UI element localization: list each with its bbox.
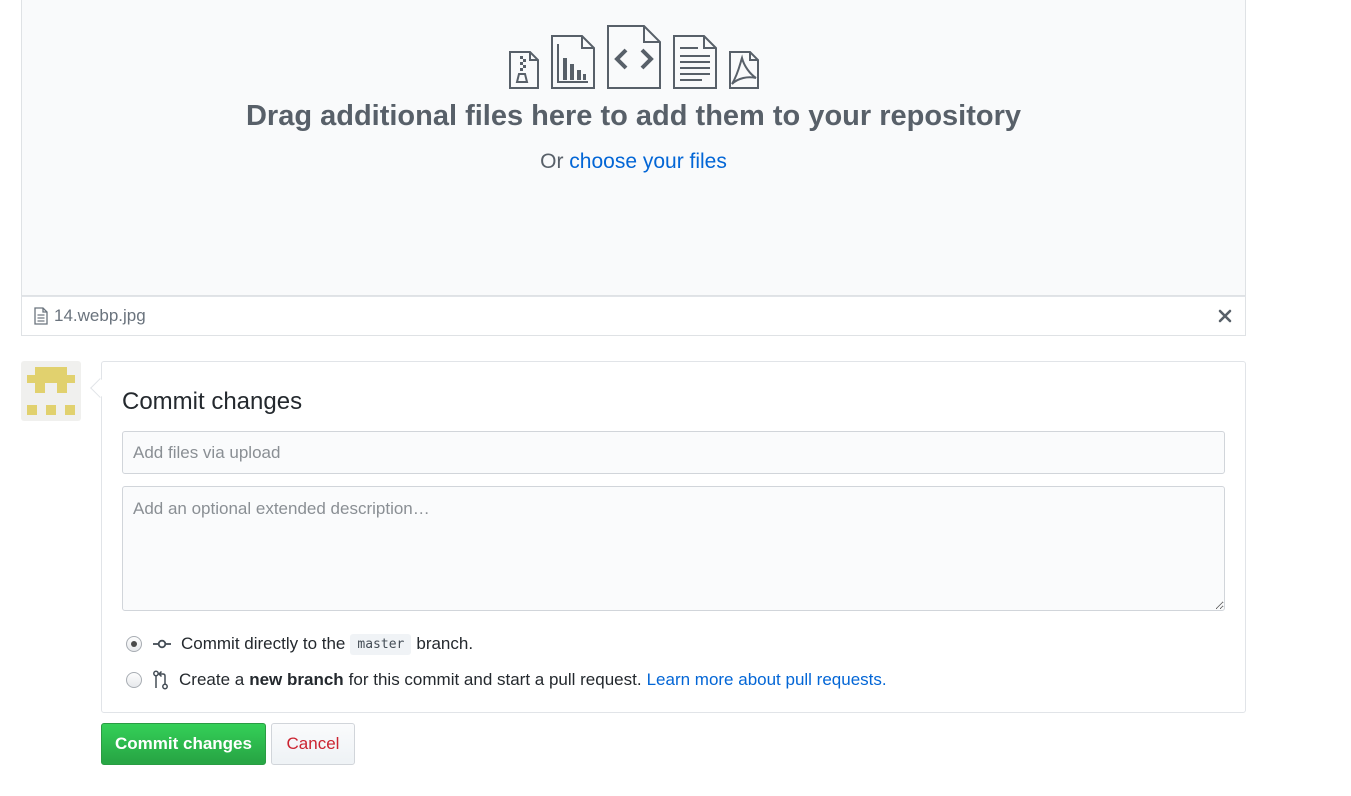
new-branch-suffix: for this commit and start a pull request… bbox=[348, 670, 642, 689]
uploaded-file-row: 14.webp.jpg bbox=[21, 296, 1246, 336]
git-pull-request-icon bbox=[153, 670, 169, 690]
file-icon bbox=[34, 307, 48, 325]
new-branch-option[interactable]: Create a new branch for this commit and … bbox=[126, 667, 887, 693]
commit-direct-suffix: branch. bbox=[416, 634, 474, 653]
file-name: 14.webp.jpg bbox=[54, 306, 146, 325]
commit-changes-button[interactable]: Commit changes bbox=[101, 723, 266, 765]
graph-icon bbox=[550, 35, 595, 89]
cancel-button[interactable]: Cancel bbox=[271, 723, 355, 765]
upload-dropzone[interactable]: Drag additional files here to add them t… bbox=[21, 0, 1246, 296]
commit-direct-option[interactable]: Commit directly to the master branch. bbox=[126, 631, 473, 657]
file-zip-icon bbox=[508, 51, 539, 89]
commit-direct-prefix: Commit directly to the bbox=[181, 634, 346, 653]
dropzone-title: Drag additional files here to add them t… bbox=[245, 100, 1022, 132]
file-text-icon bbox=[672, 35, 717, 89]
commit-heading: Commit changes bbox=[122, 388, 303, 415]
git-commit-icon bbox=[153, 639, 171, 649]
dropzone-subtitle: Or choose your files bbox=[22, 150, 1245, 174]
x-icon[interactable] bbox=[1215, 306, 1235, 326]
new-branch-prefix: Create a bbox=[179, 670, 245, 689]
file-pdf-icon bbox=[728, 51, 759, 89]
avatar[interactable] bbox=[21, 361, 81, 421]
new-branch-radio[interactable] bbox=[126, 672, 142, 688]
dropzone-sub-prefix: Or bbox=[540, 150, 564, 173]
file-type-icons bbox=[22, 24, 1245, 90]
commit-form: Commit changes Commit directly to the ma… bbox=[90, 361, 1246, 713]
commit-summary-input[interactable] bbox=[122, 431, 1225, 474]
new-branch-bold: new branch bbox=[249, 670, 344, 689]
commit-description-textarea[interactable] bbox=[122, 486, 1225, 611]
choose-files-link[interactable]: choose your files bbox=[569, 150, 727, 173]
file-code-icon bbox=[606, 25, 661, 89]
branch-name-tag: master bbox=[350, 633, 412, 655]
comment-caret bbox=[90, 378, 110, 398]
learn-more-pull-requests-link[interactable]: Learn more about pull requests. bbox=[647, 670, 887, 690]
commit-direct-radio[interactable] bbox=[126, 636, 142, 652]
